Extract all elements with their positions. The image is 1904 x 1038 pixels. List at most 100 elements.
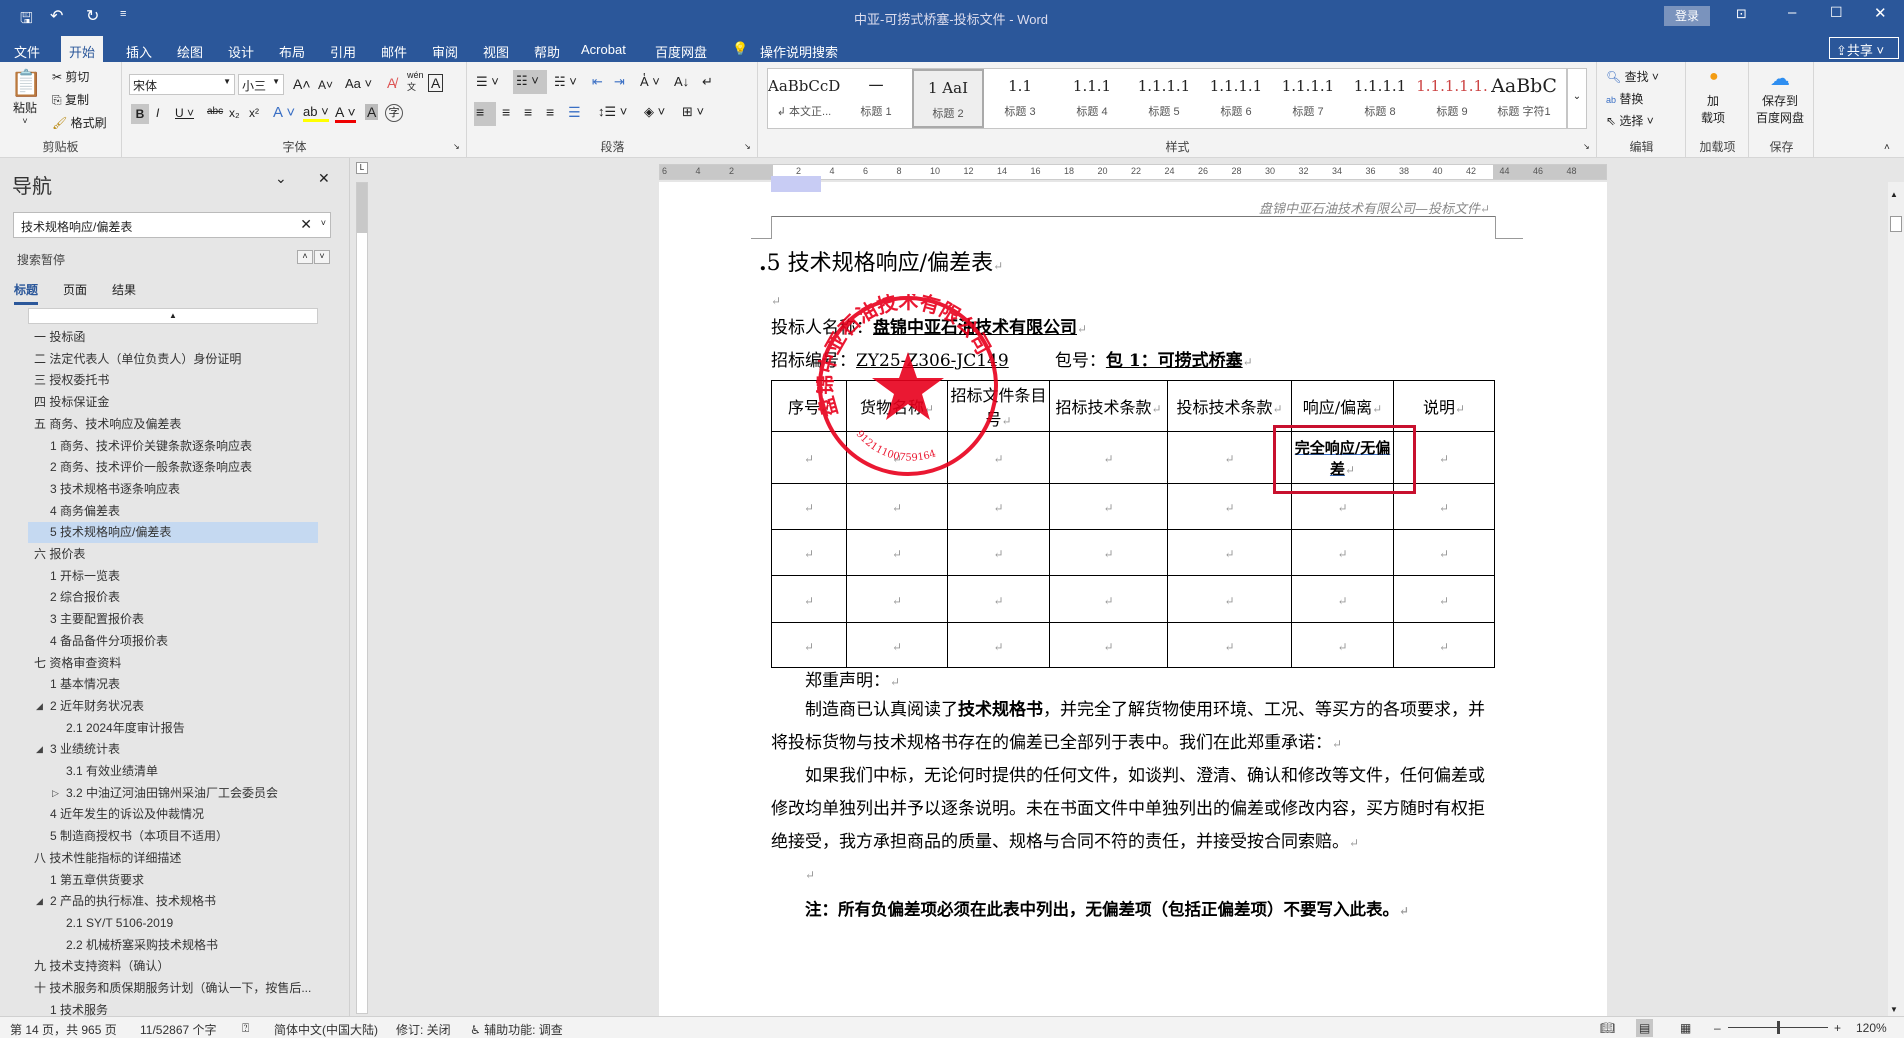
character-border-icon[interactable]: A xyxy=(428,74,444,92)
bold-button[interactable]: B xyxy=(131,104,149,124)
table-cell[interactable]: ↵ xyxy=(771,575,847,623)
replace-button[interactable]: ab 替换 xyxy=(1606,90,1643,107)
decrease-indent-icon[interactable]: ⇤ xyxy=(592,74,603,90)
nav-close-icon[interactable]: ✕ xyxy=(318,170,330,187)
superscript-button[interactable]: x² xyxy=(249,106,259,120)
scroll-up-icon[interactable]: ▲ xyxy=(1890,190,1898,199)
collapse-arrow-icon[interactable]: ◢ xyxy=(36,739,43,760)
tab-baidu-netdisk[interactable]: 百度网盘 xyxy=(647,40,715,63)
ribbon-display-icon[interactable]: ⊡ xyxy=(1736,6,1747,22)
justify-button[interactable]: ≡ xyxy=(546,104,554,120)
tab-acrobat[interactable]: Acrobat xyxy=(573,40,634,59)
grow-font-icon[interactable]: A˄ xyxy=(293,76,311,92)
collapse-arrow-icon[interactable]: ◢ xyxy=(36,696,43,717)
table-cell[interactable]: ↵ xyxy=(1393,622,1495,668)
nav-heading-item[interactable]: 1 商务、技术评价关键条款逐条响应表 xyxy=(28,436,318,457)
nav-heading-item[interactable]: 2.2 机械桥塞采购技术规格书 xyxy=(28,935,318,956)
nav-tab-pages[interactable]: 页面 xyxy=(63,281,87,298)
document-page[interactable]: 盘锦中亚石油技术有限公司—投标文件↵ .5 技术规格响应/偏差表↵ ↵ 投标人名… xyxy=(659,176,1607,1017)
tab-draw[interactable]: 绘图 xyxy=(169,40,211,63)
table-cell[interactable]: ↵ xyxy=(947,622,1050,668)
phonetic-guide-icon[interactable]: wén 文 xyxy=(407,70,424,93)
table-cell[interactable]: ↵ xyxy=(1167,575,1292,623)
save-to-baidu-button[interactable]: 保存到 百度网盘 xyxy=(1756,92,1804,126)
web-layout-icon[interactable]: ▦ xyxy=(1680,1021,1691,1035)
table-cell[interactable]: ↵ xyxy=(1049,575,1168,623)
nav-heading-item[interactable]: 3.1 有效业绩清单 xyxy=(28,761,318,782)
change-case-button[interactable]: Aa ˅ xyxy=(345,76,372,91)
clear-search-icon[interactable]: ✕ xyxy=(300,216,312,233)
nav-heading-item[interactable]: 4 近年发生的诉讼及仲裁情况 xyxy=(28,804,318,825)
format-painter-button[interactable]: 🖌 格式刷 xyxy=(52,114,107,131)
table-cell[interactable]: ↵ xyxy=(1049,483,1168,530)
scrollbar-thumb[interactable] xyxy=(1890,216,1902,232)
nav-heading-item[interactable]: 2.1 2024年度审计报告 xyxy=(28,718,318,739)
style-item[interactable]: 1.1.1.1 标题 5 xyxy=(1128,69,1200,128)
copy-button[interactable]: ⎘ 复制 xyxy=(52,91,89,108)
collapse-arrow-icon[interactable]: ◢ xyxy=(36,891,43,912)
nav-heading-item[interactable]: 5 技术规格响应/偏差表 xyxy=(28,522,318,544)
tab-review[interactable]: 审阅 xyxy=(424,40,466,63)
cut-button[interactable]: ✂ 剪切 xyxy=(52,68,89,85)
word-count[interactable]: 11/52867 个字 xyxy=(140,1021,217,1038)
scroll-down-icon[interactable]: ▼ xyxy=(1890,1005,1898,1014)
chinese-layout-icon[interactable]: A̔ ˅ xyxy=(640,74,660,89)
tab-view[interactable]: 视图 xyxy=(475,40,517,63)
align-center-button[interactable]: ≡ xyxy=(502,104,510,120)
increase-indent-icon[interactable]: ⇥ xyxy=(614,74,625,90)
table-cell[interactable]: ↵ xyxy=(846,575,948,623)
numbering-icon[interactable]: ☷ ˅ xyxy=(513,70,547,94)
style-item[interactable]: 1 AaI 标题 2 xyxy=(912,69,984,128)
nav-heading-item[interactable]: 4 商务偏差表 xyxy=(28,501,318,522)
redo-icon[interactable]: ↻ xyxy=(86,6,99,26)
tab-selector[interactable]: L xyxy=(356,162,368,174)
tab-mailings[interactable]: 邮件 xyxy=(373,40,415,63)
subscript-button[interactable]: x₂ xyxy=(229,106,240,120)
share-button[interactable]: ⇪共享 ˅ xyxy=(1829,37,1899,59)
nav-heading-item[interactable]: ◢六 报价表 xyxy=(28,544,318,565)
line-spacing-icon[interactable]: ↕☰ ˅ xyxy=(598,104,627,120)
table-cell[interactable]: ↵ xyxy=(1291,622,1394,668)
tell-me-search[interactable]: 操作说明搜索 xyxy=(752,40,846,63)
style-item[interactable]: 1.1.1 标题 4 xyxy=(1056,69,1128,128)
table-cell[interactable]: ↵ xyxy=(846,483,948,530)
shrink-font-icon[interactable]: A˅ xyxy=(318,78,333,92)
track-changes-status[interactable]: 修订: 关闭 xyxy=(396,1021,451,1038)
clear-formatting-icon[interactable]: A̸ xyxy=(387,75,396,91)
tab-home[interactable]: 开始 xyxy=(61,36,104,62)
nav-heading-item[interactable]: ◢八 技术性能指标的详细描述 xyxy=(28,848,318,869)
nav-heading-item[interactable]: ◢ 2 产品的执行标准、技术规格书 xyxy=(28,891,318,912)
nav-options-icon[interactable]: ⌄ xyxy=(275,170,287,187)
nav-tab-results[interactable]: 结果 xyxy=(112,281,136,298)
styles-more-button[interactable]: ⌄ xyxy=(1567,68,1587,129)
tab-file[interactable]: 文件 xyxy=(6,40,48,63)
tab-references[interactable]: 引用 xyxy=(322,40,364,63)
text-effects-icon[interactable]: A ˅ xyxy=(273,104,295,121)
style-item[interactable]: 1.1.1.1.1. 标题 9 xyxy=(1416,69,1488,128)
table-cell[interactable]: ↵ xyxy=(1291,575,1394,623)
table-cell[interactable]: ↵ xyxy=(771,483,847,530)
nav-heading-item[interactable]: 2 商务、技术评价一般条款逐条响应表 xyxy=(28,457,318,478)
multilevel-list-icon[interactable]: ☵ ˅ xyxy=(554,74,577,90)
nav-heading-item[interactable]: 四 投标保证金 xyxy=(28,392,318,413)
nav-heading-item[interactable]: 2 综合报价表 xyxy=(28,587,318,608)
table-cell[interactable]: ↵ xyxy=(1049,529,1168,576)
nav-heading-item[interactable]: 1 第五章供货要求 xyxy=(28,870,318,891)
tab-design[interactable]: 设计 xyxy=(220,40,262,63)
nav-heading-item[interactable]: ◢十 技术服务和质保期服务计划（确认一下，按售后... xyxy=(28,978,318,999)
undo-icon[interactable]: ↶ xyxy=(50,6,63,26)
table-cell[interactable]: ↵ xyxy=(1167,622,1292,668)
read-mode-icon[interactable]: 📖︎ xyxy=(1600,1021,1615,1035)
strikethrough-button[interactable]: abc xyxy=(207,106,223,117)
nav-heading-item[interactable]: 3 技术规格书逐条响应表 xyxy=(28,479,318,500)
next-result-button[interactable]: ˅ xyxy=(314,250,330,264)
nav-heading-item[interactable]: ◢ 2 近年财务状况表 xyxy=(28,696,318,717)
nav-heading-item[interactable]: ◢ 3 业绩统计表 xyxy=(28,739,318,760)
underline-button[interactable]: U ˅ xyxy=(175,106,194,120)
italic-button[interactable]: I xyxy=(156,106,159,120)
table-cell[interactable]: ↵ xyxy=(771,622,847,668)
page-count[interactable]: 第 14 页，共 965 页 xyxy=(10,1021,117,1038)
expand-arrow-icon[interactable]: ▷ xyxy=(52,783,59,804)
distributed-icon[interactable]: ☰ xyxy=(568,104,581,121)
nav-heading-item[interactable]: ▷ 3.2 中油辽河油田锦州采油厂工会委员会 xyxy=(28,783,318,804)
